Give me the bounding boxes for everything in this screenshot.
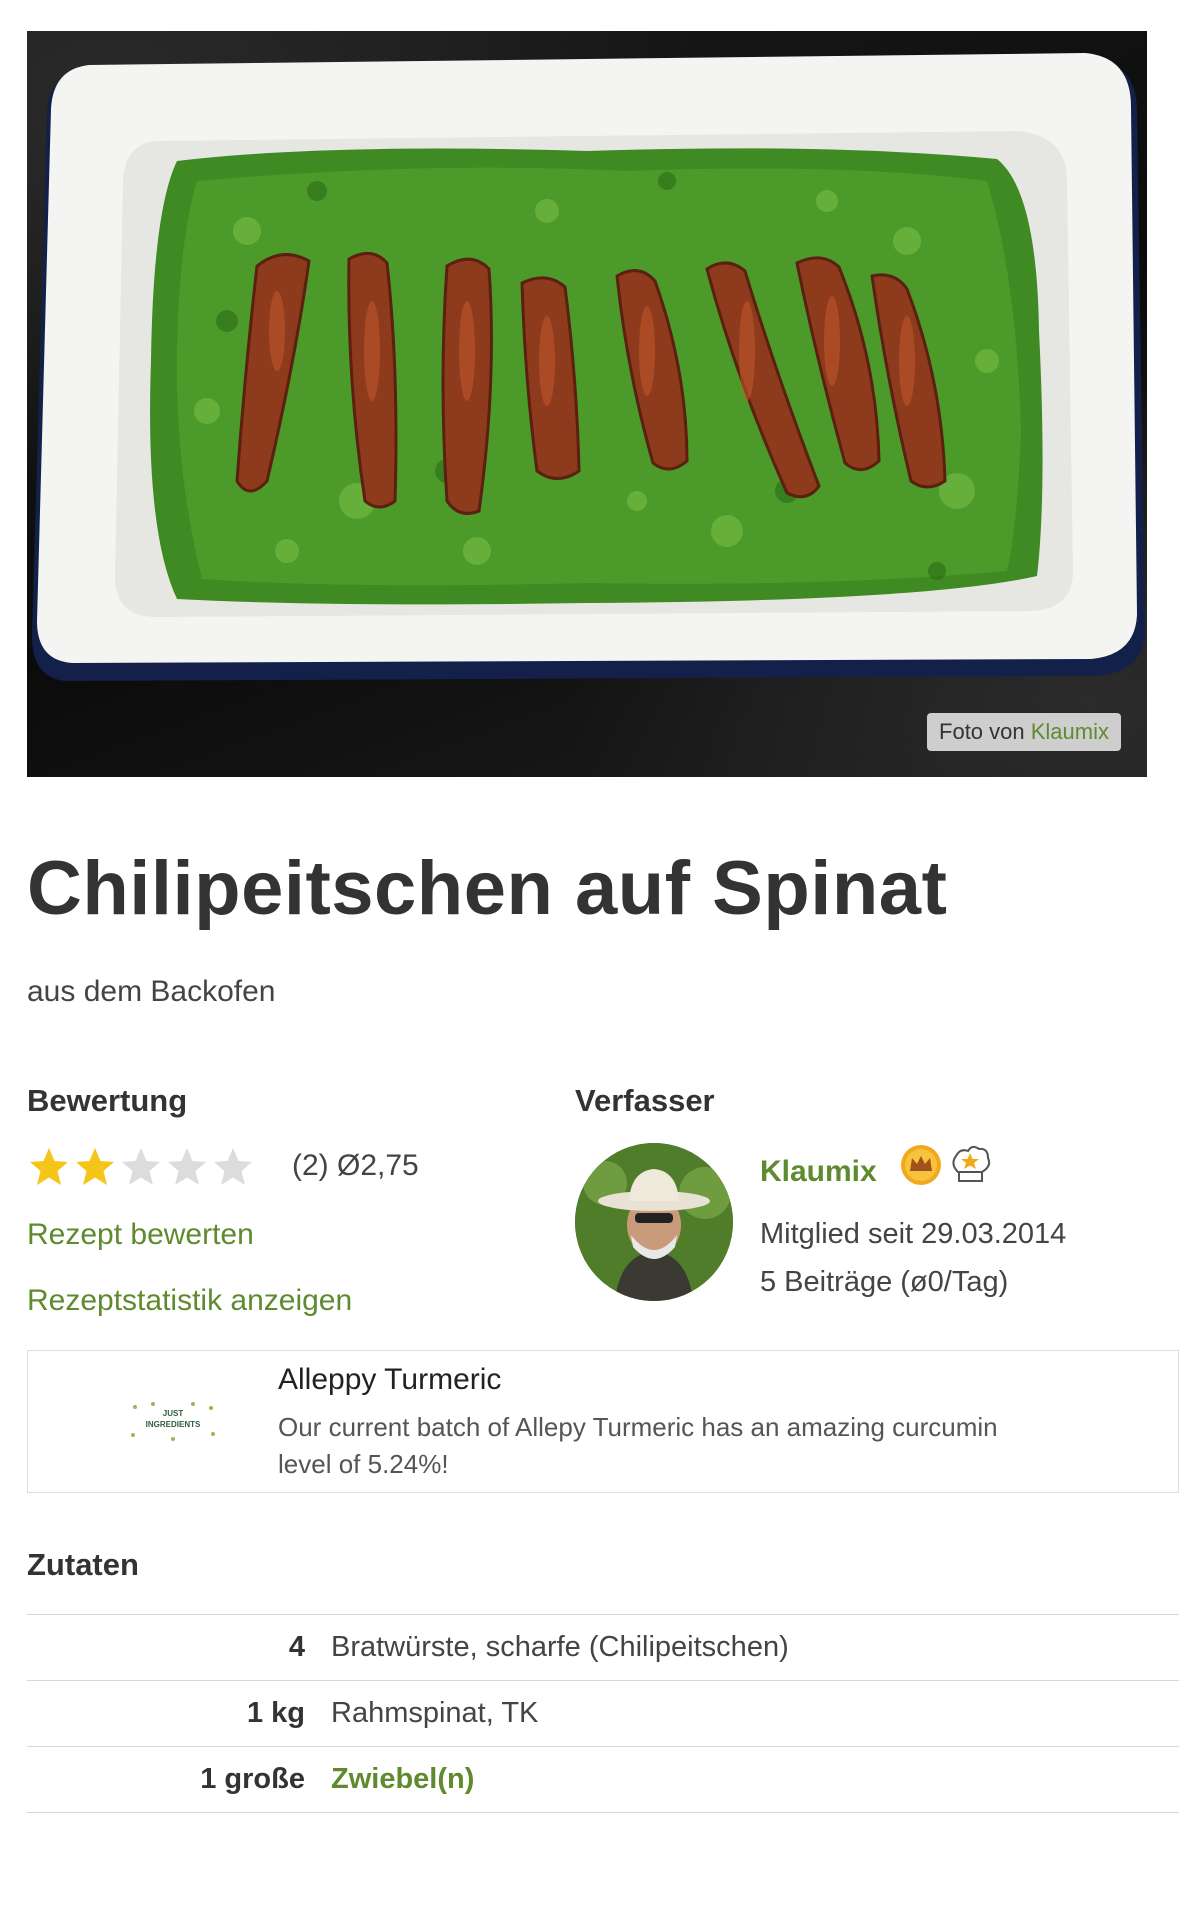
rating-star-icon[interactable] xyxy=(165,1145,209,1189)
crown-icon xyxy=(901,1145,941,1185)
ingredient-name: Bratwürste, scharfe (Chilipeitschen) xyxy=(331,1631,789,1663)
author-posts: 5 Beiträge (ø0/Tag) xyxy=(760,1266,1009,1298)
ad-logo: JUST INGREDIENTS xyxy=(131,1402,215,1441)
ingredient-row: 4 Bratwürste, scharfe (Chilipeitschen) xyxy=(27,1614,1179,1681)
ingredients-heading: Zutaten xyxy=(27,1547,139,1582)
baking-dish-image xyxy=(32,53,1145,681)
rating-stars[interactable] xyxy=(27,1145,255,1189)
ingredient-name-link[interactable]: Zwiebel(n) xyxy=(331,1747,1179,1813)
ad-text: Our current batch of Allepy Turmeric has… xyxy=(278,1412,998,1479)
rating-heading: Bewertung xyxy=(27,1083,188,1118)
recipe-statistics-link[interactable]: Rezeptstatistik anzeigen xyxy=(27,1284,352,1318)
rating-star-icon[interactable] xyxy=(27,1145,71,1189)
author-name-link[interactable]: Klaumix xyxy=(760,1155,877,1189)
photo-credit-prefix: Foto von xyxy=(939,719,1025,744)
photo-credit: Foto von Klaumix xyxy=(927,713,1121,751)
ad-title[interactable]: Alleppy Turmeric xyxy=(278,1363,501,1397)
ingredients-table: 4 Bratwürste, scharfe (Chilipeitschen) 1 k… xyxy=(27,1614,1179,1813)
avatar-image xyxy=(575,1143,733,1301)
ad-banner[interactable]: JUST INGREDIENTS Alleppy Turmeric Our cu… xyxy=(27,1350,1179,1493)
rating-star-icon[interactable] xyxy=(119,1145,163,1189)
ingredient-name: Rahmspinat, TK xyxy=(331,1697,539,1729)
ingredient-row: 1 große Zwiebel(n) xyxy=(27,1746,1179,1813)
photo-credit-author-link[interactable]: Klaumix xyxy=(1031,719,1109,744)
ad-logo-top-text: JUST xyxy=(163,1409,184,1418)
author-heading: Verfasser xyxy=(575,1083,715,1118)
recipe-photo[interactable]: Foto von Klaumix xyxy=(27,31,1147,777)
ingredient-amount: 1 kg xyxy=(246,1697,305,1729)
chef-hat-icon xyxy=(952,1145,991,1182)
rating-star-icon[interactable] xyxy=(73,1145,117,1189)
recipe-subtitle: aus dem Backofen xyxy=(27,975,276,1008)
avatar[interactable] xyxy=(575,1143,733,1301)
rate-recipe-link[interactable]: Rezept bewerten xyxy=(27,1218,254,1252)
member-since: Mitglied seit 29.03.2014 xyxy=(760,1218,1067,1250)
rating-count: (2) Ø2,75 xyxy=(292,1149,419,1182)
ingredient-amount: 4 xyxy=(288,1631,305,1663)
ingredient-amount: 1 große xyxy=(200,1763,305,1795)
rating-star-icon[interactable] xyxy=(211,1145,255,1189)
recipe-title: Chilipeitschen auf Spinat xyxy=(27,846,948,931)
ingredient-row: 1 kg Rahmspinat, TK xyxy=(27,1680,1179,1747)
ad-logo-bottom-text: INGREDIENTS xyxy=(146,1420,201,1429)
